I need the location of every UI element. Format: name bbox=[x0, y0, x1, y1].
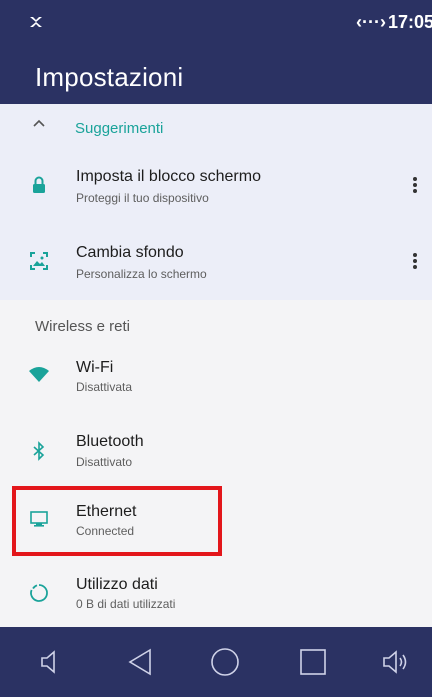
sync-icon: ‹···› bbox=[356, 12, 386, 32]
settings-screen: ‹···› 17:05 Impostazioni Suggerimenti Im… bbox=[0, 0, 432, 697]
setting-subtitle: 0 B di dati utilizzati bbox=[76, 597, 176, 611]
suggestion-title: Cambia sfondo bbox=[76, 244, 184, 261]
setting-title: Wi-Fi bbox=[76, 359, 114, 376]
more-options-icon[interactable] bbox=[412, 175, 418, 197]
volume-up-icon[interactable] bbox=[380, 645, 414, 679]
suggestion-title: Imposta il blocco schermo bbox=[76, 168, 261, 185]
suggestions-header[interactable]: Suggerimenti bbox=[0, 104, 432, 152]
bluetooth-icon bbox=[33, 441, 45, 461]
setting-item-bluetooth[interactable]: Bluetooth Disattivato bbox=[0, 428, 432, 490]
setting-item-wifi[interactable]: Wi-Fi Disattivata bbox=[0, 352, 432, 414]
volume-down-icon[interactable] bbox=[36, 645, 70, 679]
navigation-bar bbox=[0, 627, 432, 697]
lock-icon bbox=[33, 176, 45, 193]
suggestion-subtitle: Personalizza lo schermo bbox=[76, 267, 207, 281]
wifi-icon bbox=[29, 367, 49, 382]
suggestion-wallpaper[interactable]: Cambia sfondo Personalizza lo schermo bbox=[0, 236, 432, 296]
highlight-box bbox=[12, 486, 222, 556]
chevron-up-icon bbox=[33, 119, 45, 127]
app-bar: Impostazioni bbox=[0, 48, 432, 104]
section-header-wireless: Wireless e reti bbox=[35, 318, 131, 335]
setting-subtitle: Disattivata bbox=[76, 380, 133, 394]
data-usage-icon bbox=[30, 584, 48, 602]
suggestions-title: Suggerimenti bbox=[75, 120, 164, 137]
suggestions-card: Suggerimenti Imposta il blocco schermo P… bbox=[0, 104, 432, 300]
status-bar: ‹···› 17:05 bbox=[0, 0, 432, 48]
status-time: 17:05 bbox=[388, 12, 432, 32]
setting-title: Utilizzo dati bbox=[76, 576, 158, 593]
airplane-mode-icon bbox=[30, 17, 42, 27]
recents-icon[interactable] bbox=[296, 645, 330, 679]
setting-item-data-usage[interactable]: Utilizzo dati 0 B di dati utilizzati bbox=[0, 570, 432, 620]
setting-title: Bluetooth bbox=[76, 433, 144, 450]
page-title: Impostazioni bbox=[35, 62, 184, 92]
setting-subtitle: Disattivato bbox=[76, 455, 133, 469]
wallpaper-icon bbox=[30, 252, 48, 270]
suggestion-lock-screen[interactable]: Imposta il blocco schermo Proteggi il tu… bbox=[0, 160, 432, 220]
home-icon[interactable] bbox=[208, 645, 242, 679]
back-icon[interactable] bbox=[124, 645, 158, 679]
suggestion-subtitle: Proteggi il tuo dispositivo bbox=[76, 191, 209, 205]
more-options-icon[interactable] bbox=[412, 251, 418, 273]
